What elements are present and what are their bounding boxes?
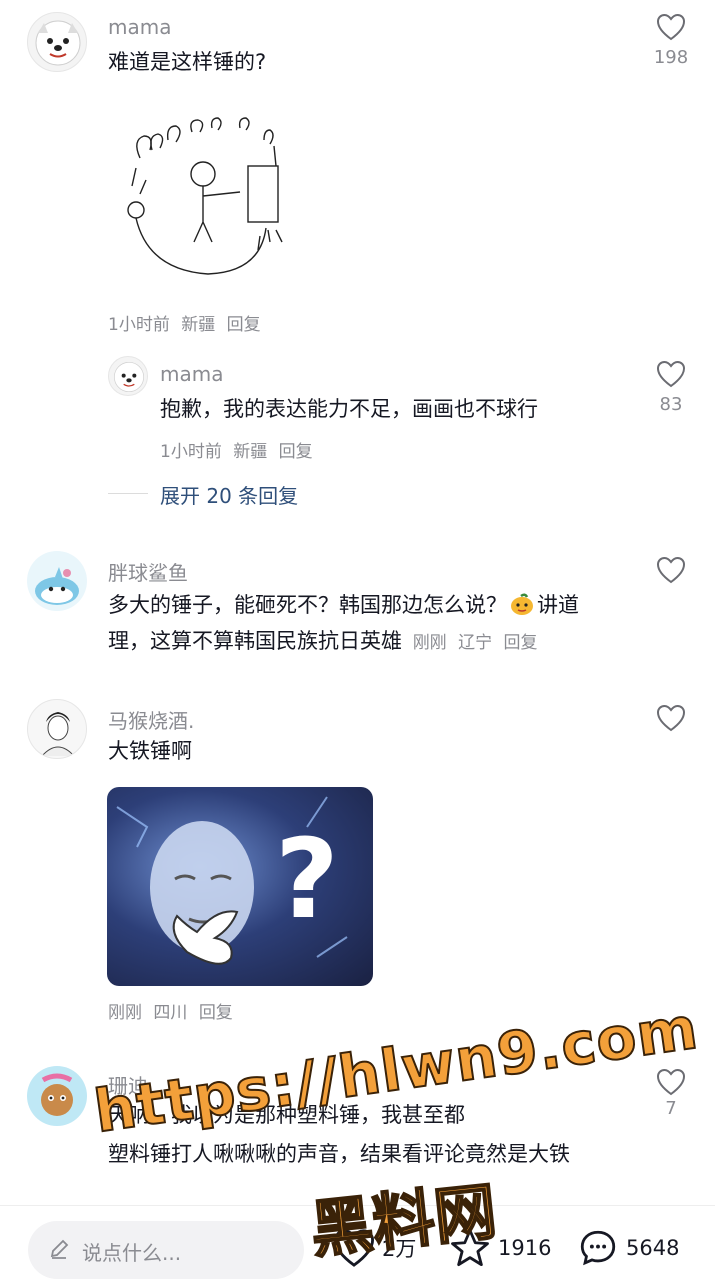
comment-meta: 1小时前 新疆 回复 — [108, 310, 261, 335]
favorite-count: 1916 — [498, 1236, 552, 1260]
comment-input-bar: 说点什么... 2万 1916 5648 — [0, 1205, 715, 1280]
like-count: 198 — [653, 47, 689, 68]
comment-text-line: 天呐，我以为是那种塑料锤，我甚至都 — [108, 1103, 465, 1127]
like-count: 83 — [659, 394, 683, 415]
comment-text-part: 多大的锤子，能砸死不？韩国那边怎么说？ — [108, 593, 507, 617]
reply-author[interactable]: mama — [160, 362, 223, 386]
reply-location: 新疆 — [233, 442, 268, 462]
thinking-face-meme-image[interactable]: ? — [107, 787, 373, 986]
comment-text: 难道是这样锤的? — [108, 50, 267, 74]
dog-face-icon — [35, 20, 81, 66]
expand-replies-label: 展开 20 条回复 — [160, 484, 299, 508]
comment-time: 1小时前 — [108, 315, 170, 335]
like-count: 7 — [665, 1098, 677, 1119]
avatar[interactable] — [27, 699, 87, 759]
avatar[interactable] — [27, 12, 87, 72]
stick-figure-drawing[interactable] — [108, 110, 298, 290]
post-like-count: 2万 — [382, 1237, 417, 1261]
comment-location: 四川 — [153, 1003, 188, 1023]
like-button[interactable] — [641, 704, 701, 732]
comment-meta: 刚刚 四川 回复 — [108, 998, 233, 1023]
comment-author[interactable]: 马猴烧酒. — [108, 705, 194, 734]
heart-icon — [333, 1229, 375, 1267]
comment-text-part: 理，这算不算韩国民族抗日英雄 — [108, 629, 402, 653]
reply-button[interactable]: 回复 — [227, 315, 261, 335]
comment-bubble-icon — [580, 1230, 616, 1266]
comment-input[interactable]: 说点什么... — [28, 1221, 304, 1279]
reply-button[interactable]: 回复 — [504, 633, 538, 653]
heart-icon — [656, 360, 686, 388]
favorite-button[interactable]: 1916 — [448, 1226, 551, 1270]
avatar[interactable] — [108, 356, 148, 396]
comment-author[interactable]: 珊迪 — [108, 1070, 148, 1099]
comment-2: 胖球鲨鱼 多大的锤子，能砸死不？韩国那边怎么说？ 讲道 理，这算不算韩国民族抗日… — [0, 545, 715, 665]
reply-time: 1小时前 — [160, 442, 222, 462]
avatar[interactable] — [27, 551, 87, 611]
divider — [108, 493, 148, 494]
comment-count: 5648 — [626, 1236, 680, 1260]
reply-text: 抱歉，我的表达能力不足，画画也不球行 — [160, 397, 538, 421]
comment-text: 大铁锤啊 — [108, 739, 192, 763]
mango-emoji-icon — [509, 591, 535, 617]
shark-icon — [35, 567, 79, 605]
reply-button[interactable]: 回复 — [199, 1003, 233, 1023]
avatar[interactable] — [27, 1066, 87, 1126]
squirrel-icon — [41, 1073, 73, 1116]
like-button[interactable] — [641, 556, 701, 584]
like-button[interactable]: 198 — [641, 13, 701, 68]
comment-meta: 刚刚 辽宁 回复 — [413, 633, 538, 653]
comment-text-line: 塑料锤打人啾啾啾的声音，结果看评论竟然是大铁 — [108, 1142, 570, 1166]
comment-4: 珊迪 天呐，我以为是那种塑料锤，我甚至都 塑料锤打人啾啾啾的声音，结果看评论竟然… — [0, 1062, 715, 1202]
like-button[interactable]: 83 — [641, 360, 701, 415]
like-button[interactable]: 7 — [641, 1068, 701, 1119]
pen-icon — [50, 1239, 69, 1259]
heart-icon — [656, 1068, 686, 1096]
dog-face-icon — [114, 362, 144, 392]
person-sketch-icon — [41, 712, 75, 757]
comment-location: 新疆 — [181, 315, 216, 335]
like-post-button[interactable]: 2万 — [332, 1226, 416, 1270]
heart-icon — [656, 704, 686, 732]
comments-button[interactable]: 5648 — [576, 1226, 679, 1270]
comment-author[interactable]: 胖球鲨鱼 — [108, 557, 188, 586]
comment-1: mama 难道是这样锤的? 1小时前 新疆 回复 198 mama 抱歉，我的表… — [0, 0, 715, 508]
comment-time: 刚刚 — [108, 1003, 142, 1023]
reply-button[interactable]: 回复 — [279, 442, 313, 462]
heart-icon — [656, 556, 686, 584]
heart-icon — [656, 13, 686, 41]
comment-text: 多大的锤子，能砸死不？韩国那边怎么说？ 讲道 理，这算不算韩国民族抗日英雄 刚刚… — [108, 587, 633, 661]
svg-text:?: ? — [275, 815, 339, 943]
comment-location: 辽宁 — [458, 633, 493, 653]
reply-meta: 1小时前 新疆 回复 — [160, 437, 313, 462]
comment-time: 刚刚 — [412, 633, 447, 653]
comment-input-placeholder: 说点什么... — [82, 1241, 182, 1265]
star-icon — [451, 1229, 489, 1267]
comment-author[interactable]: mama — [108, 15, 171, 39]
comment-text-part: 讲道 — [537, 593, 579, 617]
